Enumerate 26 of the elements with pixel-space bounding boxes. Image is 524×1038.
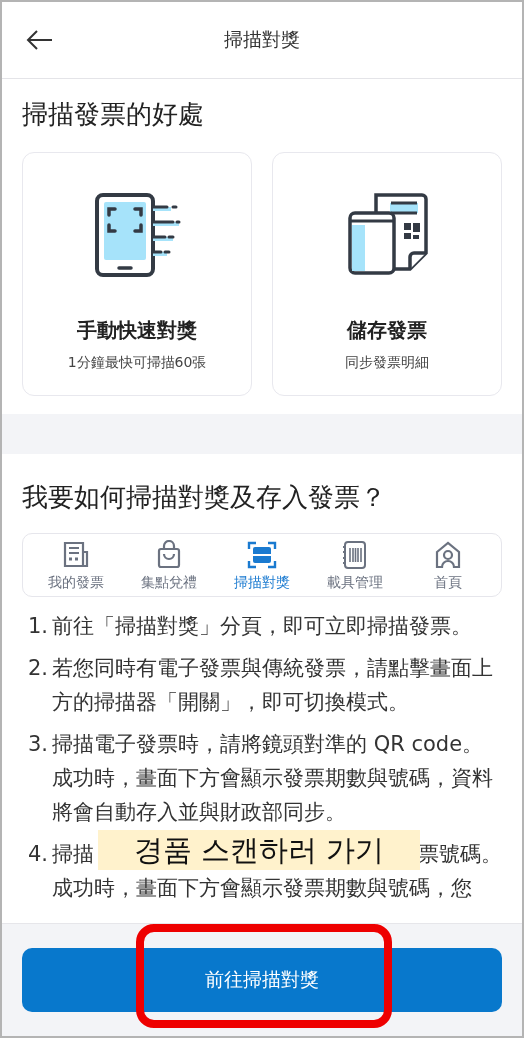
tab[interactable]: 掃描對獎 [215,540,309,592]
card-title: 手動快速對獎 [77,317,197,344]
step-text: 票號碼。 [418,841,502,868]
page-title: 掃描對獎 [224,27,300,52]
tab[interactable]: 載具管理 [308,540,402,592]
step-text: 掃描電子發票時，請將鏡頭對準的 QR code。成功時，畫面下方會顯示發票期數與號碼，資料將會自動存入並與財政部同步。 [52,731,494,826]
card-subtitle: 同步發票明細 [345,354,429,372]
step-text: 成功時，畫面下方會顯示發票期數與號碼，您 [52,875,473,902]
step-number: 4. [28,841,50,868]
step-number: 1. [28,613,50,640]
tab[interactable]: 我的發票 [29,540,123,592]
step-text: 前往「掃描對獎」分頁，即可立即掃描發票。 [52,613,473,640]
step-number: 3. [28,731,50,758]
step-text: 若您同時有電子發票與傳統發票，請點擊畫面上方的掃描器「開關」，即可切換模式。 [52,655,494,716]
tab[interactable]: 集點兌禮 [122,540,216,592]
step-number: 2. [28,655,50,682]
step-text: 掃描 [52,841,94,868]
tab[interactable]: 首頁 [401,540,495,592]
card-title: 儲存發票 [347,317,427,344]
scan-icon [247,540,277,570]
annotation-label: 경품 스캔하러 가기 [98,830,420,870]
back-arrow-icon[interactable] [26,29,54,51]
section-title: 我要如何掃描對獎及存入發票？ [22,481,387,514]
card-subtitle: 1分鐘最快可掃描60張 [67,354,207,372]
section-title: 掃描發票的好處 [22,98,205,131]
scan-button[interactable]: 前往掃描對獎 [22,948,502,1012]
